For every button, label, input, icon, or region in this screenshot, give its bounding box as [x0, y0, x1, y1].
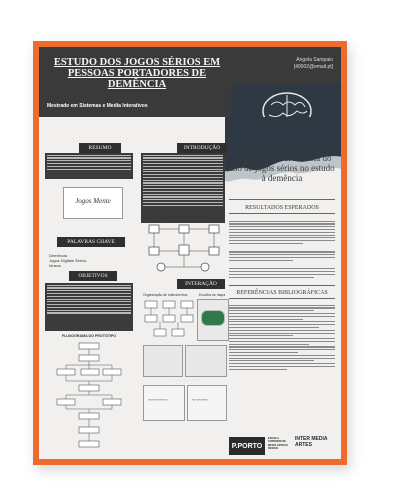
resumo-text: [45, 153, 133, 179]
keyword-item: Idosos: [49, 263, 61, 268]
section-interacao: INTERAÇÃO: [177, 279, 225, 289]
escolha-label: Escolha do mapa: [199, 293, 226, 297]
separator: [229, 199, 335, 200]
jogosmente-image: Jogos Mente: [63, 187, 123, 219]
organizacao-diagram: [144, 300, 194, 337]
introducao-text: [141, 153, 225, 223]
architecture-diagram: [148, 224, 220, 272]
author-email: [40002@email.pt]: [293, 63, 333, 70]
right-headline: Avaliação da resultância do uso de jogos…: [229, 153, 335, 183]
poster-inner: ESTUDO DOS JOGOS SÉRIOS EM PESSOAS PORTA…: [39, 47, 341, 459]
screen-mockup: [185, 345, 227, 377]
section-palavras-chave: PALAVRAS CHAVE: [57, 237, 125, 247]
author-name: Angela Sampaio: [296, 57, 333, 63]
escola-logo: ESCOLA SUPERIOR DE MEDIA ARTES E DESIGN: [268, 437, 289, 450]
pporto-logo: P.PORTO: [229, 437, 265, 455]
section-introducao: INTRODUÇÃO: [177, 143, 227, 153]
section-objetivos: OBJETIVOS: [69, 271, 117, 281]
fluxograma-title: FLUXOGRAMA DO PROTÓTIPO: [61, 334, 117, 338]
arquitetura-title: ARQUITETURA DO PROTÓTIPO: [155, 215, 211, 219]
poster-title: ESTUDO DOS JOGOS SÉRIOS EM PESSOAS PORTA…: [53, 57, 221, 90]
section-resultados: RESULTADOS ESPERADOS: [245, 205, 319, 211]
escolha-mapa-image: [197, 299, 229, 341]
author-block: Angela Sampaio [40002@email.pt]: [294, 57, 333, 70]
objetivos-text: [45, 283, 133, 331]
separator: [229, 285, 335, 286]
storyboard-caption: · · · · · · · · · · · · · · ·: [172, 378, 200, 382]
intermedia-logo: INTER MEDIA ARTES: [295, 436, 328, 448]
separator: [229, 298, 335, 299]
screen-mockup: [143, 345, 183, 377]
flowchart-diagram: [56, 342, 122, 448]
poster-subtitle: Mestrado em Sistemas e Media Interativos: [47, 103, 148, 109]
jogosmente-logo: Jogos Mente: [75, 197, 111, 205]
organizacao-label: Organização de Instrumentos: [143, 293, 188, 297]
sketch-image: ~~~~~: [187, 385, 227, 421]
sketch-image: ~~~~~~: [143, 385, 185, 421]
section-referencias: REFERÊNCIAS BIBLIOGRÁFICAS: [236, 290, 328, 296]
keyword-list: Demência Jogos Digitais Sérios Idosos: [49, 253, 129, 268]
referencias-text: [229, 303, 335, 371]
separator: [229, 213, 335, 214]
section-resumo: RESUMO: [79, 143, 121, 153]
poster: ESTUDO DOS JOGOS SÉRIOS EM PESSOAS PORTA…: [33, 41, 347, 465]
resultados-text: [229, 219, 335, 279]
